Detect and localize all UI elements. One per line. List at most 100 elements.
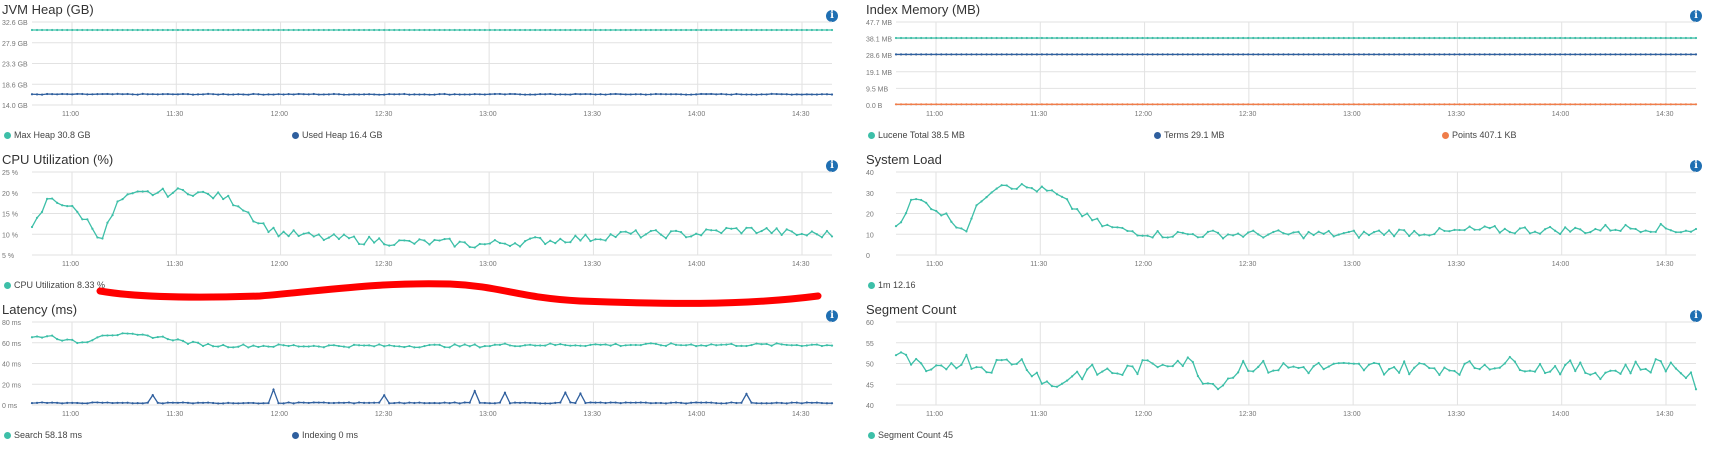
data-point bbox=[539, 344, 542, 347]
legend-points[interactable]: Points 407.1 KB bbox=[1442, 130, 1517, 140]
data-point bbox=[438, 343, 441, 347]
data-point bbox=[1035, 36, 1038, 40]
data-point bbox=[915, 36, 918, 40]
data-point bbox=[1644, 229, 1647, 232]
data-point bbox=[1493, 367, 1496, 370]
data-point bbox=[1277, 369, 1280, 372]
data-point bbox=[534, 93, 537, 96]
data-point bbox=[1599, 53, 1602, 56]
data-point bbox=[362, 93, 366, 96]
legend-indexing[interactable]: Indexing 0 ms bbox=[292, 430, 358, 440]
data-point bbox=[920, 362, 923, 365]
data-point bbox=[1091, 219, 1094, 222]
data-point bbox=[121, 93, 124, 96]
data-point bbox=[564, 28, 567, 32]
data-point bbox=[287, 344, 290, 348]
data-point bbox=[91, 339, 94, 342]
legend-max-heap[interactable]: Max Heap 30.8 GB bbox=[4, 130, 91, 140]
data-point bbox=[1096, 103, 1099, 106]
data-point bbox=[1332, 362, 1335, 365]
data-point bbox=[242, 28, 245, 32]
data-point bbox=[644, 93, 647, 96]
data-point bbox=[523, 28, 527, 32]
data-point bbox=[1136, 372, 1139, 376]
data-point bbox=[775, 401, 778, 404]
data-point bbox=[1211, 53, 1215, 56]
legend-used-heap[interactable]: Used Heap 16.4 GB bbox=[292, 130, 383, 140]
data-point bbox=[1156, 36, 1159, 40]
data-point bbox=[815, 28, 819, 32]
series-line-indexing bbox=[31, 387, 833, 405]
data-point bbox=[302, 401, 305, 404]
legend-segment-count[interactable]: Segment Count 45 bbox=[868, 430, 953, 440]
data-point bbox=[1453, 369, 1456, 373]
data-point bbox=[111, 334, 114, 337]
data-point bbox=[1382, 233, 1386, 236]
x-tick-label: 14:30 bbox=[1656, 261, 1674, 268]
data-point bbox=[539, 236, 542, 240]
data-point bbox=[1071, 207, 1074, 210]
data-point bbox=[1684, 53, 1688, 56]
data-point bbox=[1503, 53, 1506, 56]
data-point bbox=[237, 93, 240, 96]
data-point bbox=[985, 36, 988, 40]
data-point bbox=[468, 245, 471, 249]
data-point bbox=[1312, 365, 1315, 368]
data-point bbox=[1559, 53, 1562, 56]
data-point bbox=[1131, 36, 1134, 40]
data-point bbox=[1186, 233, 1189, 236]
data-point bbox=[76, 341, 79, 345]
data-point bbox=[1694, 103, 1698, 106]
data-point bbox=[1262, 359, 1265, 363]
legend-1m[interactable]: 1m 12.16 bbox=[868, 280, 916, 290]
data-point bbox=[1307, 53, 1310, 56]
data-point bbox=[101, 28, 104, 32]
data-point bbox=[378, 28, 381, 32]
data-point bbox=[750, 226, 753, 229]
data-point bbox=[1428, 103, 1431, 106]
data-point bbox=[388, 402, 391, 405]
data-point bbox=[805, 234, 808, 237]
data-point bbox=[1548, 36, 1552, 40]
x-tick-label: 14:00 bbox=[1552, 111, 1570, 118]
data-point bbox=[1503, 362, 1506, 365]
legend-search[interactable]: Search 58.18 ms bbox=[4, 430, 82, 440]
data-point bbox=[659, 28, 663, 32]
data-point bbox=[1498, 36, 1501, 40]
data-point bbox=[745, 344, 748, 348]
data-point bbox=[151, 193, 154, 197]
data-point bbox=[990, 36, 993, 40]
data-point bbox=[292, 229, 295, 232]
data-point bbox=[735, 227, 738, 230]
data-point bbox=[267, 230, 270, 234]
data-point bbox=[1382, 36, 1386, 40]
data-point bbox=[1403, 53, 1406, 56]
legend-cpu-utilization[interactable]: CPU Utilization 8.33 % bbox=[4, 280, 105, 290]
data-point bbox=[1639, 103, 1642, 106]
data-point bbox=[181, 339, 185, 343]
legend-terms[interactable]: Terms 29.1 MB bbox=[1154, 130, 1225, 140]
legend-lucene-total[interactable]: Lucene Total 38.5 MB bbox=[868, 130, 965, 140]
data-point bbox=[1513, 103, 1516, 106]
data-point bbox=[478, 401, 481, 404]
data-point bbox=[830, 28, 834, 32]
data-point bbox=[659, 401, 663, 405]
data-point bbox=[448, 401, 451, 405]
data-point bbox=[780, 401, 783, 405]
data-point bbox=[725, 402, 728, 405]
data-point bbox=[1141, 53, 1144, 56]
data-point bbox=[191, 194, 195, 197]
data-point bbox=[222, 343, 225, 347]
data-point bbox=[161, 28, 164, 32]
data-point bbox=[1191, 53, 1194, 56]
data-point bbox=[161, 187, 164, 190]
data-point bbox=[222, 402, 225, 405]
data-point bbox=[730, 28, 733, 32]
data-point bbox=[1423, 36, 1426, 40]
data-point bbox=[76, 210, 79, 213]
data-point bbox=[1654, 53, 1657, 56]
data-point bbox=[614, 401, 617, 404]
data-point bbox=[1463, 229, 1466, 232]
data-point bbox=[1237, 53, 1240, 56]
data-point bbox=[725, 28, 728, 32]
